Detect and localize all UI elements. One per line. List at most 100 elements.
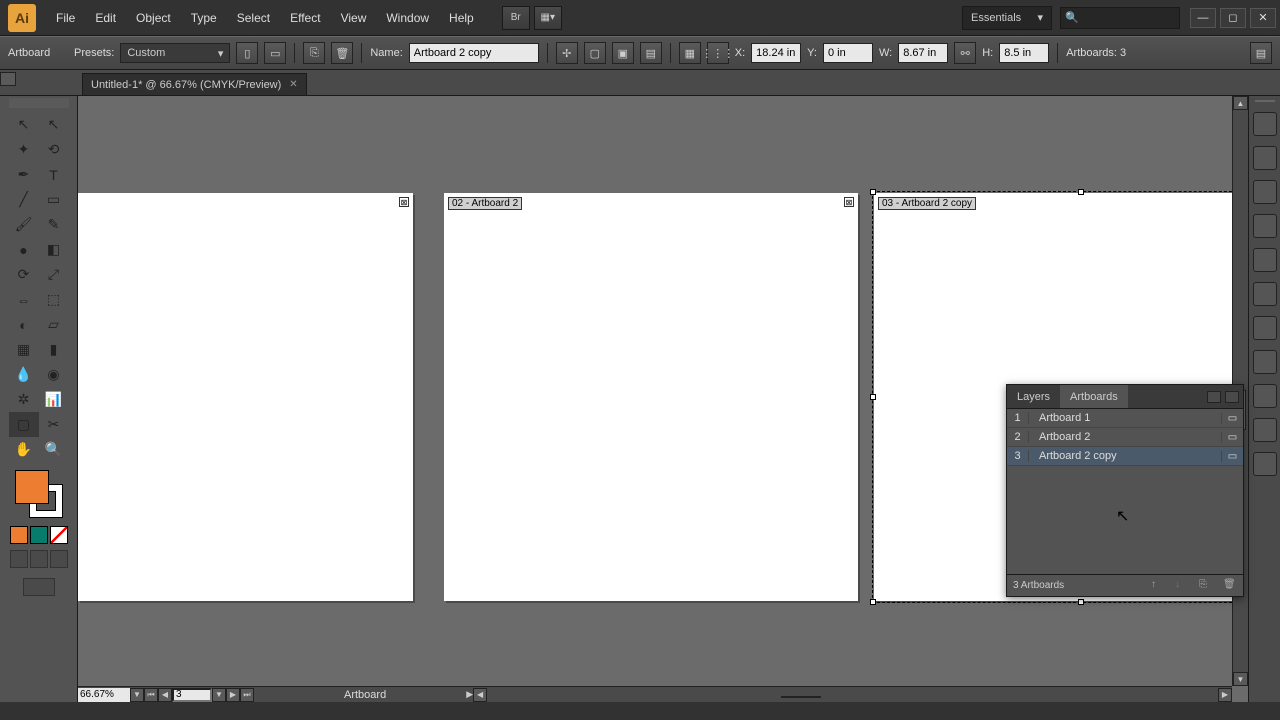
menu-effect[interactable]: Effect	[280, 7, 330, 29]
none-mode-swatch[interactable]	[50, 526, 68, 544]
link-wh-button[interactable]: ⚯	[954, 42, 976, 64]
resize-handle[interactable]	[1078, 189, 1084, 195]
resize-handle[interactable]	[1078, 599, 1084, 605]
document-tab[interactable]: Untitled-1* @ 66.67% (CMYK/Preview) ✕	[82, 73, 307, 95]
blend-tool[interactable]: ◉	[39, 362, 69, 387]
menu-object[interactable]: Object	[126, 7, 181, 29]
gradient-mode-swatch[interactable]	[30, 526, 48, 544]
close-button[interactable]: ✕	[1250, 8, 1276, 28]
nav-first-icon[interactable]: ⏮	[144, 688, 158, 702]
nav-prev-icon[interactable]: ◀	[158, 688, 172, 702]
pen-tool[interactable]: ✒	[9, 162, 39, 187]
layers-tab[interactable]: Layers	[1007, 385, 1060, 408]
nav-last-icon[interactable]: ⏭	[240, 688, 254, 702]
panel-menu-button[interactable]: ▤	[1250, 42, 1272, 64]
orientation-portrait-button[interactable]: ▯	[236, 42, 258, 64]
menu-select[interactable]: Select	[227, 7, 280, 29]
swatches-panel-icon[interactable]	[1253, 146, 1277, 170]
gradient-panel-icon[interactable]	[1253, 282, 1277, 306]
artboard-1[interactable]: ⊠	[78, 193, 413, 601]
menu-type[interactable]: Type	[181, 7, 227, 29]
rotate-tool[interactable]: ⟳	[9, 262, 39, 287]
reference-grid[interactable]: ⋮⋮⋮	[707, 42, 729, 64]
help-search[interactable]: 🔍	[1060, 7, 1180, 29]
draw-inside-button[interactable]	[50, 550, 68, 568]
symbols-panel-icon[interactable]	[1253, 214, 1277, 238]
scroll-down-icon[interactable]: ▼	[1233, 672, 1248, 686]
panel-menu-icon[interactable]	[1225, 391, 1239, 403]
blob-brush-tool[interactable]: ●	[9, 237, 39, 262]
menu-window[interactable]: Window	[376, 7, 439, 29]
eraser-tool[interactable]: ◧	[39, 237, 69, 262]
delete-artboard-icon[interactable]: 🗑	[1223, 579, 1237, 593]
draw-normal-button[interactable]	[10, 550, 28, 568]
scale-tool[interactable]: ⤢	[39, 262, 69, 287]
artboards-tab[interactable]: Artboards	[1060, 385, 1128, 408]
nav-dropdown-icon[interactable]: ▼	[212, 688, 226, 702]
fill-stroke-swatch[interactable]	[15, 470, 63, 518]
menu-view[interactable]: View	[331, 7, 377, 29]
resize-handle[interactable]	[870, 599, 876, 605]
h-scroll-left-icon[interactable]: ◀	[473, 688, 487, 702]
minimize-button[interactable]: —	[1190, 8, 1216, 28]
artboard-options-icon[interactable]: ▭	[1221, 432, 1243, 443]
zoom-level-input[interactable]: 66.67%	[78, 688, 130, 702]
row-name[interactable]: Artboard 2	[1029, 431, 1221, 443]
new-artboard-icon[interactable]: ⎘	[1199, 579, 1213, 593]
fill-swatch[interactable]	[15, 470, 49, 504]
artboard-options-icon[interactable]: ▭	[1221, 413, 1243, 424]
artboard-nav-input[interactable]	[172, 688, 212, 702]
free-transform-tool[interactable]: ⬚	[39, 287, 69, 312]
menu-file[interactable]: File	[46, 7, 85, 29]
zoom-tool[interactable]: 🔍	[39, 437, 69, 462]
appearance-panel-icon[interactable]	[1253, 350, 1277, 374]
row-name[interactable]: Artboard 2 copy	[1029, 450, 1221, 462]
move-artwork-toggle[interactable]: ✢	[556, 42, 578, 64]
lasso-tool[interactable]: ⟲	[39, 137, 69, 162]
options-button-3[interactable]: ▤	[640, 42, 662, 64]
selection-tool[interactable]: ↖	[9, 112, 39, 137]
maximize-button[interactable]: ◻	[1220, 8, 1246, 28]
dock-collapse-icon[interactable]	[1255, 100, 1275, 102]
status-dropdown-icon[interactable]: ▶	[466, 689, 473, 700]
magic-wand-tool[interactable]: ✦	[9, 137, 39, 162]
toolbox-grip[interactable]	[9, 98, 69, 108]
mesh-tool[interactable]: ▦	[9, 337, 39, 362]
pencil-tool[interactable]: ✎	[39, 212, 69, 237]
x-input[interactable]	[751, 43, 801, 63]
artboard-row[interactable]: 3 Artboard 2 copy ▭	[1007, 447, 1243, 466]
row-name[interactable]: Artboard 1	[1029, 412, 1221, 424]
brushes-panel-icon[interactable]	[1253, 180, 1277, 204]
new-artboard-button[interactable]: ⎘	[303, 42, 325, 64]
presets-dropdown[interactable]: Custom▾	[120, 43, 230, 63]
symbol-sprayer-tool[interactable]: ✲	[9, 387, 39, 412]
options-button-1[interactable]: ▢	[584, 42, 606, 64]
move-down-icon[interactable]: ↓	[1175, 579, 1189, 593]
y-input[interactable]	[823, 43, 873, 63]
nav-next-icon[interactable]: ▶	[226, 688, 240, 702]
type-tool[interactable]: T	[39, 162, 69, 187]
artboard-row[interactable]: 2 Artboard 2 ▭	[1007, 428, 1243, 447]
zoom-dropdown-icon[interactable]: ▼	[130, 688, 144, 702]
shape-builder-tool[interactable]: ◐	[9, 312, 39, 337]
color-mode-swatch[interactable]	[10, 526, 28, 544]
stroke-panel-icon[interactable]	[1253, 248, 1277, 272]
scroll-up-icon[interactable]: ▲	[1233, 96, 1248, 110]
reference-point-button[interactable]: ▦	[679, 42, 701, 64]
artboard-row[interactable]: 1 Artboard 1 ▭	[1007, 409, 1243, 428]
artboards-panel-icon[interactable]	[1253, 452, 1277, 476]
h-input[interactable]	[999, 43, 1049, 63]
layers-panel-icon[interactable]	[1253, 418, 1277, 442]
menu-help[interactable]: Help	[439, 7, 484, 29]
arrange-docs-button[interactable]: ▦▾	[534, 6, 562, 30]
resize-handle[interactable]	[870, 189, 876, 195]
artboard-2[interactable]: 02 - Artboard 2 ⊠	[444, 193, 858, 601]
draw-behind-button[interactable]	[30, 550, 48, 568]
move-up-icon[interactable]: ↑	[1151, 579, 1165, 593]
artboard-tool[interactable]: ▢	[9, 412, 39, 437]
panel-collapse-icon[interactable]	[1207, 391, 1221, 403]
line-tool[interactable]: ╱	[9, 187, 39, 212]
direct-selection-tool[interactable]: ↖	[39, 112, 69, 137]
h-scroll-thumb[interactable]	[781, 696, 821, 698]
w-input[interactable]	[898, 43, 948, 63]
